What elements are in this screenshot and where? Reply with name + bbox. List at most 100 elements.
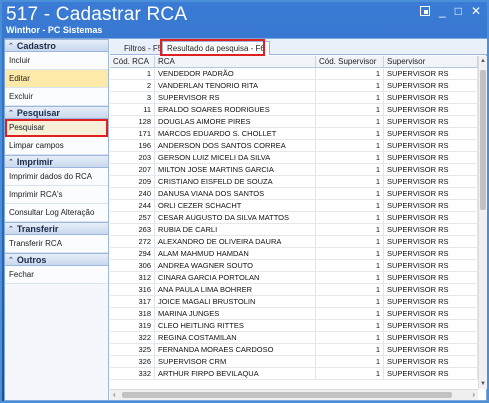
table-row[interactable]: 209 CRISTIANO EISFELD DE SOUZA 1 SUPERVISOR… bbox=[110, 176, 478, 188]
cell-cod-supervisor: 1 bbox=[316, 308, 384, 319]
table-row[interactable]: 207 MILTON JOSE MARTINS GARCIA 1 SUPERVISOR… bbox=[110, 164, 478, 176]
cell-cod-supervisor: 1 bbox=[316, 176, 384, 187]
table-row[interactable]: 128 DOUGLAS AIMORE PIRES 1 SUPERVISOR RS bbox=[110, 116, 478, 128]
cell-rca: ARTHUR FIRPO BEVILAQUA bbox=[155, 368, 316, 379]
cell-supervisor: SUPERVISOR RS bbox=[384, 200, 478, 211]
sidebar-item-limpar-campos[interactable]: Limpar campos bbox=[5, 137, 108, 155]
scroll-left-icon[interactable]: ‹ bbox=[113, 390, 116, 400]
sidebar-group-imprimir[interactable]: ⌃ Imprimir bbox=[5, 155, 108, 168]
window-title: 517 - Cadastrar RCA bbox=[6, 4, 188, 25]
cell-cod-supervisor: 1 bbox=[316, 92, 384, 103]
table-row[interactable]: 240 DANUSA VIANA DOS SANTOS 1 SUPERVISOR RS bbox=[110, 188, 478, 200]
cell-rca: CRISTIANO EISFELD DE SOUZA bbox=[155, 176, 316, 187]
cell-supervisor: SUPERVISOR RS bbox=[384, 152, 478, 163]
scroll-right-icon[interactable]: › bbox=[472, 390, 475, 400]
cell-cod-rca: 319 bbox=[110, 320, 155, 331]
cell-cod-supervisor: 1 bbox=[316, 104, 384, 115]
table-row[interactable]: 171 MARCOS EDUARDO S. CHOLLET 1 SUPERVISOR … bbox=[110, 128, 478, 140]
scroll-down-icon[interactable]: ▼ bbox=[479, 379, 487, 389]
cell-cod-rca: 1 bbox=[110, 68, 155, 79]
cell-cod-supervisor: 1 bbox=[316, 368, 384, 379]
cell-supervisor: SUPERVISOR RS bbox=[384, 248, 478, 259]
main-panel: Filtros - F5 Resultado da pesquisa - F6 … bbox=[110, 39, 487, 400]
cell-rca: MILTON JOSE MARTINS GARCIA bbox=[155, 164, 316, 175]
sidebar-group-transferir[interactable]: ⌃ Transferir bbox=[5, 222, 108, 235]
cell-cod-supervisor: 1 bbox=[316, 212, 384, 223]
cell-cod-rca: 263 bbox=[110, 224, 155, 235]
maximize-icon[interactable]: □ bbox=[455, 5, 462, 17]
cell-supervisor: SUPERVISOR RS bbox=[384, 164, 478, 175]
table-row[interactable]: 325 FERNANDA MORAES CARDOSO 1 SUPERVISOR RS bbox=[110, 344, 478, 356]
table-row[interactable]: 11 ERALDO SOARES RODRIGUES 1 SUPERVISOR RS bbox=[110, 104, 478, 116]
sidebar-group-label: Transferir bbox=[16, 223, 59, 234]
cell-rca: CINARA GARCIA PORTOLAN bbox=[155, 272, 316, 283]
sidebar-item-editar[interactable]: Editar bbox=[5, 70, 108, 88]
cell-cod-rca: 128 bbox=[110, 116, 155, 127]
table-row[interactable]: 203 GERSON LUIZ MICELI DA SILVA 1 SUPERVISO… bbox=[110, 152, 478, 164]
sidebar-item-imprimir-dados-do-rca[interactable]: Imprimir dados do RCA bbox=[5, 168, 108, 186]
table-row[interactable]: 3 SUPERVISOR RS 1 SUPERVISOR RS bbox=[110, 92, 478, 104]
table-row[interactable]: 318 MARINA JUNGES 1 SUPERVISOR RS bbox=[110, 308, 478, 320]
sidebar-item-imprimir-rca-s[interactable]: Imprimir RCA's bbox=[5, 186, 108, 204]
cell-rca: GERSON LUIZ MICELI DA SILVA bbox=[155, 152, 316, 163]
table-row[interactable]: 2 VANDERLAN TENORIO RITA 1 SUPERVISOR RS bbox=[110, 80, 478, 92]
sidebar-item-excluir[interactable]: Excluir bbox=[5, 88, 108, 106]
cell-supervisor: SUPERVISOR RS bbox=[384, 320, 478, 331]
horizontal-scrollbar[interactable]: ‹ › bbox=[110, 389, 478, 400]
sidebar-item-consultar-log-alteracao[interactable]: Consultar Log Alteração bbox=[5, 204, 108, 222]
table-row[interactable]: 326 SUPERVISOR CRM 1 SUPERVISOR RS bbox=[110, 356, 478, 368]
table-row[interactable]: 317 JOICE MAGALI BRUSTOLIN 1 SUPERVISOR RS bbox=[110, 296, 478, 308]
column-header-supervisor[interactable]: Supervisor bbox=[384, 56, 478, 67]
cell-supervisor: SUPERVISOR RS bbox=[384, 68, 478, 79]
minimize-icon[interactable]: _ bbox=[439, 5, 446, 17]
table-row[interactable]: 196 ANDERSON DOS SANTOS CORREA 1 SUPERVISOR… bbox=[110, 140, 478, 152]
table-row[interactable]: 294 ALAM MAHMUD HAMDAN 1 SUPERVISOR RS bbox=[110, 248, 478, 260]
column-header-cod-supervisor[interactable]: Cód. Supervisor bbox=[316, 56, 384, 67]
column-header-cod-rca[interactable]: Cód. RCA bbox=[110, 56, 155, 67]
sidebar-item-pesquisar[interactable]: Pesquisar bbox=[5, 119, 108, 137]
table-row[interactable]: 1 VENDEDOR PADRÃO 1 SUPERVISOR RS bbox=[110, 68, 478, 80]
horizontal-scroll-thumb[interactable] bbox=[122, 392, 452, 398]
cell-rca: REGINA COSTAMILAN bbox=[155, 332, 316, 343]
scroll-up-icon[interactable]: ▲ bbox=[479, 56, 487, 66]
table-row[interactable]: 257 CESAR AUGUSTO DA SILVA MATTOS 1 SUPERVI… bbox=[110, 212, 478, 224]
table-row[interactable]: 272 ALEXANDRO DE OLIVEIRA DAURA 1 SUPERVISO… bbox=[110, 236, 478, 248]
table-row[interactable]: 332 ARTHUR FIRPO BEVILAQUA 1 SUPERVISOR RS bbox=[110, 368, 478, 380]
table-row[interactable]: 319 CLEO HEITLING RITTES 1 SUPERVISOR RS bbox=[110, 320, 478, 332]
window-subtitle: Winthor - PC Sistemas bbox=[6, 25, 103, 35]
cell-cod-rca: 332 bbox=[110, 368, 155, 379]
table-row[interactable]: 316 ANA PAULA LIMA BOHRER 1 SUPERVISOR RS bbox=[110, 284, 478, 296]
cell-supervisor: SUPERVISOR RS bbox=[384, 344, 478, 355]
cell-rca: CESAR AUGUSTO DA SILVA MATTOS bbox=[155, 212, 316, 223]
cell-supervisor: SUPERVISOR RS bbox=[384, 224, 478, 235]
column-header-rca[interactable]: RCA bbox=[155, 56, 316, 67]
sidebar-group-outros[interactable]: ⌃ Outros bbox=[5, 253, 108, 266]
table-row[interactable]: 244 ORLI CEZER SCHACHT 1 SUPERVISOR RS bbox=[110, 200, 478, 212]
cell-rca: MARINA JUNGES bbox=[155, 308, 316, 319]
cell-rca: ORLI CEZER SCHACHT bbox=[155, 200, 316, 211]
sidebar-item-fechar[interactable]: Fechar bbox=[5, 266, 108, 284]
cell-supervisor: SUPERVISOR RS bbox=[384, 140, 478, 151]
cell-rca: SUPERVISOR CRM bbox=[155, 356, 316, 367]
table-row[interactable]: 263 RUBIA DE CARLI 1 SUPERVISOR RS bbox=[110, 224, 478, 236]
cell-cod-supervisor: 1 bbox=[316, 248, 384, 259]
sidebar-item-transferir-rca[interactable]: Transferir RCA bbox=[5, 235, 108, 253]
table-row[interactable]: 306 ANDREA WAGNER SOUTO 1 SUPERVISOR RS bbox=[110, 260, 478, 272]
close-icon[interactable]: ✕ bbox=[471, 5, 481, 17]
vertical-scrollbar[interactable]: ▲ ▼ bbox=[478, 56, 487, 389]
sidebar-group-cadastro[interactable]: ⌃ Cadastro bbox=[5, 39, 108, 52]
cell-cod-supervisor: 1 bbox=[316, 260, 384, 271]
cell-cod-supervisor: 1 bbox=[316, 296, 384, 307]
sidebar-group-pesquisar[interactable]: ⌃ Pesquisar bbox=[5, 106, 108, 119]
table-row[interactable]: 312 CINARA GARCIA PORTOLAN 1 SUPERVISOR RS bbox=[110, 272, 478, 284]
sidebar-item-incluir[interactable]: Incluir bbox=[5, 52, 108, 70]
cell-cod-rca: 316 bbox=[110, 284, 155, 295]
grid-header: Cód. RCA RCA Cód. Supervisor Supervisor bbox=[110, 56, 478, 68]
cell-cod-rca: 326 bbox=[110, 356, 155, 367]
table-row[interactable]: 322 REGINA COSTAMILAN 1 SUPERVISOR RS bbox=[110, 332, 478, 344]
cell-cod-supervisor: 1 bbox=[316, 236, 384, 247]
cell-rca: CLEO HEITLING RITTES bbox=[155, 320, 316, 331]
restore-icon[interactable] bbox=[420, 6, 430, 16]
cell-cod-rca: 257 bbox=[110, 212, 155, 223]
vertical-scroll-thumb[interactable] bbox=[480, 70, 486, 210]
